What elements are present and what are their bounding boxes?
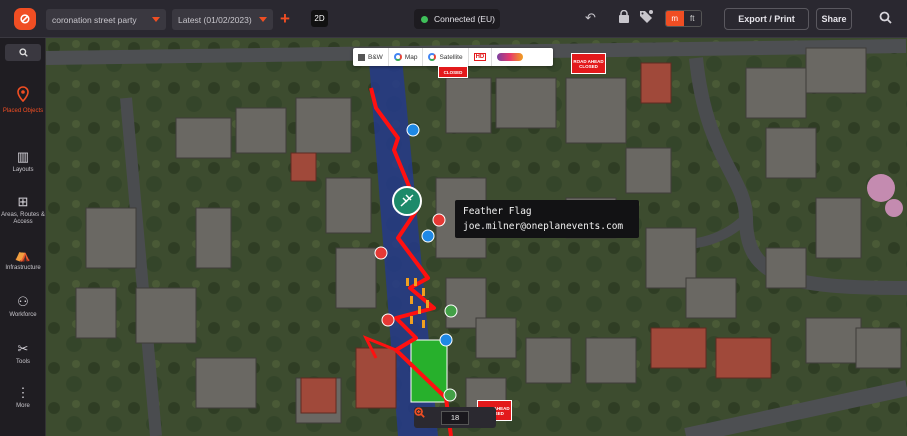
event-selector[interactable]: coronation street party — [46, 9, 166, 30]
zoom-control: 18 — [414, 407, 496, 428]
sidebar-item-placed-objects[interactable]: Placed Objects — [0, 86, 46, 115]
chevron-down-icon — [152, 17, 160, 22]
zoom-level[interactable]: 18 — [441, 410, 469, 425]
map-pin-icon — [0, 86, 46, 105]
sidebar-item-areas-routes-access[interactable]: ⊞ Areas, Routes & Access — [0, 194, 46, 226]
bars-icon: ▥ — [16, 149, 30, 164]
connection-status-text: Connected (EU) — [434, 14, 495, 24]
sidebar-search-button[interactable] — [5, 44, 41, 61]
map-marker[interactable] — [374, 246, 388, 260]
undo-icon[interactable]: ↶ — [585, 10, 596, 26]
sidebar-item-label: Workforce — [9, 312, 37, 318]
sidebar-item-label: Placed Objects — [2, 108, 44, 114]
sidebar-item-infrastructure[interactable]: ⛺ Infrastructure — [0, 247, 46, 272]
road-ahead-closed-sign[interactable]: ROAD AHEAD CLOSED — [571, 53, 606, 74]
provider-logo-icon — [497, 53, 524, 61]
layer-hd[interactable]: HD — [469, 48, 493, 66]
tools-icon: ✂ — [17, 341, 29, 356]
layer-map[interactable]: Map — [389, 48, 424, 66]
map-marker[interactable] — [381, 313, 395, 327]
export-print-button[interactable]: Export / Print — [724, 8, 809, 30]
share-button[interactable]: Share — [816, 8, 852, 30]
map-marker[interactable] — [406, 123, 420, 137]
road-closed-sign[interactable]: CLOSED — [438, 66, 468, 78]
map-marker[interactable] — [444, 304, 458, 318]
tag-icon[interactable] — [639, 10, 654, 26]
chevron-down-icon — [259, 17, 267, 22]
top-bar: ⊘ coronation street party Latest (01/02/… — [0, 0, 907, 38]
unit-imperial[interactable]: ft — [683, 11, 701, 26]
map-canvas[interactable]: B&W Map Satellite HD CLOSED ROAD AHEAD C… — [46, 38, 907, 436]
sidebar-item-tools[interactable]: ✂ Tools — [0, 341, 46, 366]
people-icon: ⚇ — [17, 294, 29, 309]
search-icon — [18, 48, 28, 57]
tooltip-title: Feather Flag — [463, 206, 532, 217]
event-name: coronation street party — [52, 14, 137, 25]
layer-bw[interactable]: B&W — [353, 48, 389, 66]
map-marker[interactable] — [421, 229, 435, 243]
map-layer-selector: B&W Map Satellite HD — [353, 48, 553, 66]
layer-label: Map — [404, 53, 418, 61]
lock-icon[interactable] — [618, 9, 630, 26]
version-selector[interactable]: Latest (01/02/2023) — [172, 9, 273, 30]
unit-toggle[interactable]: m ft — [665, 10, 702, 27]
sidebar-item-more[interactable]: ⋮ More — [0, 385, 46, 410]
map-marker[interactable] — [439, 333, 453, 347]
app-logo[interactable]: ⊘ — [14, 8, 36, 30]
layer-label: B&W — [368, 53, 383, 61]
search-icon[interactable] — [879, 11, 892, 27]
add-icon[interactable]: + — [280, 9, 290, 29]
version-label: Latest (01/02/2023) — [178, 14, 252, 25]
connection-status: Connected (EU) — [414, 9, 500, 29]
layer-satellite[interactable]: Satellite — [423, 48, 469, 66]
sidebar-item-workforce[interactable]: ⚇ Workforce — [0, 294, 46, 319]
app: ⊘ coronation street party Latest (01/02/… — [0, 0, 907, 436]
tooltip-user: joe.milner@oneplanevents.com — [463, 221, 624, 232]
google-icon — [393, 53, 402, 61]
google-icon — [428, 53, 437, 61]
bw-icon — [358, 53, 365, 61]
map-marker[interactable] — [432, 213, 446, 227]
layer-label: HD — [473, 53, 487, 61]
sidebar-item-label: Areas, Routes & Access — [1, 212, 45, 225]
sidebar: Placed Objects ▥ Layouts ⊞ Areas, Routes… — [0, 38, 46, 436]
status-dot-icon — [421, 15, 428, 23]
route-icon: ⊞ — [17, 194, 29, 209]
map-marker[interactable] — [392, 186, 422, 216]
map-marker[interactable] — [443, 388, 457, 402]
sidebar-item-label: More — [16, 403, 30, 409]
tent-icon: ⛺ — [14, 247, 32, 262]
more-icon: ⋮ — [16, 385, 30, 400]
sidebar-item-layouts[interactable]: ▥ Layouts — [0, 149, 46, 174]
layer-label: Satellite — [439, 53, 463, 61]
view-mode-button[interactable]: 2D — [311, 10, 328, 27]
sidebar-item-label: Infrastructure — [5, 265, 41, 271]
sidebar-item-label: Layouts — [12, 167, 34, 173]
layer-provider[interactable] — [492, 48, 528, 66]
object-tooltip: Feather Flag joe.milner@oneplanevents.co… — [455, 200, 639, 238]
unit-metric[interactable]: m — [666, 11, 684, 26]
sidebar-item-label: Tools — [15, 359, 30, 365]
